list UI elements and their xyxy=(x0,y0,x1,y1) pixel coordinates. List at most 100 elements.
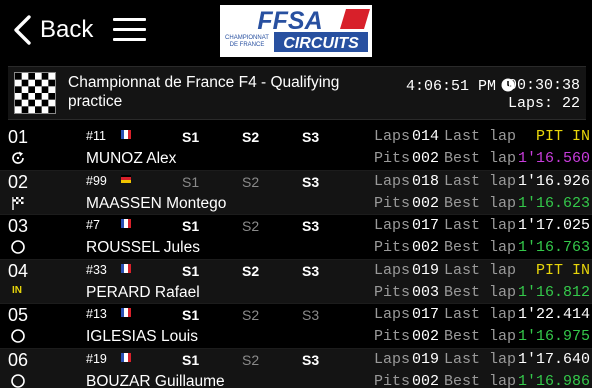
timing-row[interactable]: 06 #19 S1 S2 S3 BOUZAR Guillaume Laps 019 Last l… xyxy=(0,348,592,388)
best-lap-value: 1'16.560 xyxy=(517,150,590,167)
pits-label: Pits xyxy=(374,150,411,167)
top-bar: Back FFSA CHAMPIONNAT DE FRANCE CIRCUITS xyxy=(0,0,592,62)
car-number: #13 xyxy=(86,307,107,321)
sector-3-indicator: S3 xyxy=(302,129,320,145)
timing-row[interactable]: 01 #11 S1 S2 S3 MUNOZ Alex Laps 014 Last lap PIT … xyxy=(0,126,592,171)
sector-1-indicator: S1 xyxy=(182,262,200,279)
circle-icon xyxy=(11,240,25,254)
timing-row[interactable]: 05 #13 S1 S2 S3 IGLESIAS Louis Laps 017 Last lap… xyxy=(0,304,592,349)
last-lap-label: Last lap xyxy=(444,128,517,145)
in-pit-badge: IN xyxy=(12,284,22,296)
pits-label: Pits xyxy=(374,372,411,388)
sector-2-indicator: S2 xyxy=(242,218,260,234)
last-lap-value: 1'17.025 xyxy=(517,217,590,234)
timing-row[interactable]: 03 #7 S1 S2 S3 ROUSSEL Jules Laps 017 Last lap 1'… xyxy=(0,215,592,260)
position-number: 06 xyxy=(8,349,29,370)
position-number: 03 xyxy=(8,216,29,236)
last-lap-value: 1'22.414 xyxy=(517,306,590,323)
pits-value: 003 xyxy=(412,283,440,301)
sector-2-indicator: S2 xyxy=(242,173,260,190)
nationality-flag-de xyxy=(121,174,131,184)
session-laps: Laps: 22 xyxy=(507,95,580,112)
sector-1-indicator: S1 xyxy=(182,129,200,145)
sector-3-indicator: S3 xyxy=(302,262,320,279)
checkered-flag-icon xyxy=(12,196,24,210)
pits-label: Pits xyxy=(374,328,411,345)
laps-label: Laps xyxy=(374,350,411,368)
circle-icon xyxy=(11,329,25,343)
last-lap-label: Last lap xyxy=(444,261,517,279)
timing-row[interactable]: 02 #99 S1 S2 S3 MAASSEN Montego Laps 018 Last la… xyxy=(0,170,592,215)
last-lap-value: 1'17.640 xyxy=(517,350,590,368)
car-number: #11 xyxy=(86,129,106,143)
sector-3-indicator: S3 xyxy=(302,351,320,368)
pits-label: Pits xyxy=(374,194,411,212)
refresh-icon xyxy=(12,151,24,164)
session-remaining-time: 00:30:38 xyxy=(507,77,580,94)
checkered-flag-icon xyxy=(14,72,56,114)
driver-name: PERARD Rafael xyxy=(86,283,200,301)
pits-value: 002 xyxy=(412,239,440,256)
back-button[interactable]: Back xyxy=(10,12,93,48)
sector-3-indicator: S3 xyxy=(302,218,320,234)
last-lap-value: PIT IN xyxy=(535,128,590,145)
sector-2-indicator: S2 xyxy=(242,129,260,145)
svg-text:DE FRANCE: DE FRANCE xyxy=(230,42,265,48)
last-lap-label: Last lap xyxy=(444,172,517,190)
best-lap-value: 1'16.975 xyxy=(517,328,590,345)
sector-1-indicator: S1 xyxy=(182,307,200,323)
position-number: 05 xyxy=(8,305,29,325)
nationality-flag-fr xyxy=(121,352,131,362)
timing-table: 01 #11 S1 S2 S3 MUNOZ Alex Laps 014 Last lap PIT … xyxy=(0,126,592,388)
laps-value: 019 xyxy=(412,350,440,368)
best-lap-label: Best lap xyxy=(444,150,517,167)
timing-row[interactable]: 04 IN #33 S1 S2 S3 PERARD Rafael Laps 019 Last la… xyxy=(0,259,592,304)
car-number: #7 xyxy=(86,218,100,232)
laps-label: Laps xyxy=(374,172,411,190)
driver-name: MAASSEN Montego xyxy=(86,194,227,212)
nationality-flag-fr xyxy=(121,263,131,273)
best-lap-label: Best lap xyxy=(444,239,517,256)
laps-value: 017 xyxy=(412,306,440,323)
sector-2-indicator: S2 xyxy=(242,262,260,279)
driver-name: MUNOZ Alex xyxy=(86,150,177,167)
nationality-flag-fr xyxy=(121,219,131,228)
session-time-of-day: 4:06:51 PM xyxy=(406,78,497,95)
driver-name: BOUZAR Guillaume xyxy=(86,372,225,388)
sector-2-indicator: S2 xyxy=(242,351,260,368)
laps-value: 019 xyxy=(412,261,440,279)
best-lap-label: Best lap xyxy=(444,283,517,301)
sector-3-indicator: S3 xyxy=(302,173,320,190)
nationality-flag-fr xyxy=(121,130,131,139)
hamburger-menu-icon[interactable] xyxy=(113,18,146,42)
driver-name: ROUSSEL Jules xyxy=(86,239,200,256)
position-number: 02 xyxy=(8,171,29,192)
laps-value: 014 xyxy=(412,128,440,145)
back-label: Back xyxy=(40,16,94,43)
position-number: 04 xyxy=(8,260,29,281)
last-lap-label: Last lap xyxy=(444,306,517,323)
ffsa-circuits-logo: FFSA CHAMPIONNAT DE FRANCE CIRCUITS xyxy=(220,5,372,57)
sector-1-indicator: S1 xyxy=(182,351,200,368)
last-lap-value: PIT IN xyxy=(535,261,590,279)
nationality-flag-fr xyxy=(121,308,131,317)
driver-name: IGLESIAS Louis xyxy=(86,328,199,345)
svg-text:FFSA: FFSA xyxy=(257,7,322,35)
session-header: Championnat de France F4 - Qualifying pr… xyxy=(8,66,586,120)
sector-2-indicator: S2 xyxy=(242,307,260,323)
best-lap-value: 1'16.812 xyxy=(517,283,590,301)
laps-label: Laps xyxy=(374,128,411,145)
pits-value: 002 xyxy=(412,150,440,167)
best-lap-value: 1'16.986 xyxy=(517,372,590,388)
sector-3-indicator: S3 xyxy=(302,307,320,323)
svg-text:CIRCUITS: CIRCUITS xyxy=(283,35,359,52)
pits-label: Pits xyxy=(374,239,411,256)
pits-value: 002 xyxy=(412,328,440,345)
svg-text:CHAMPIONNAT: CHAMPIONNAT xyxy=(225,35,269,41)
best-lap-label: Best lap xyxy=(444,328,517,345)
laps-label: Laps xyxy=(374,261,411,279)
laps-label: Laps xyxy=(374,217,411,234)
best-lap-value: 1'16.763 xyxy=(517,239,590,256)
best-lap-value: 1'16.623 xyxy=(517,194,590,212)
last-lap-label: Last lap xyxy=(444,350,517,368)
